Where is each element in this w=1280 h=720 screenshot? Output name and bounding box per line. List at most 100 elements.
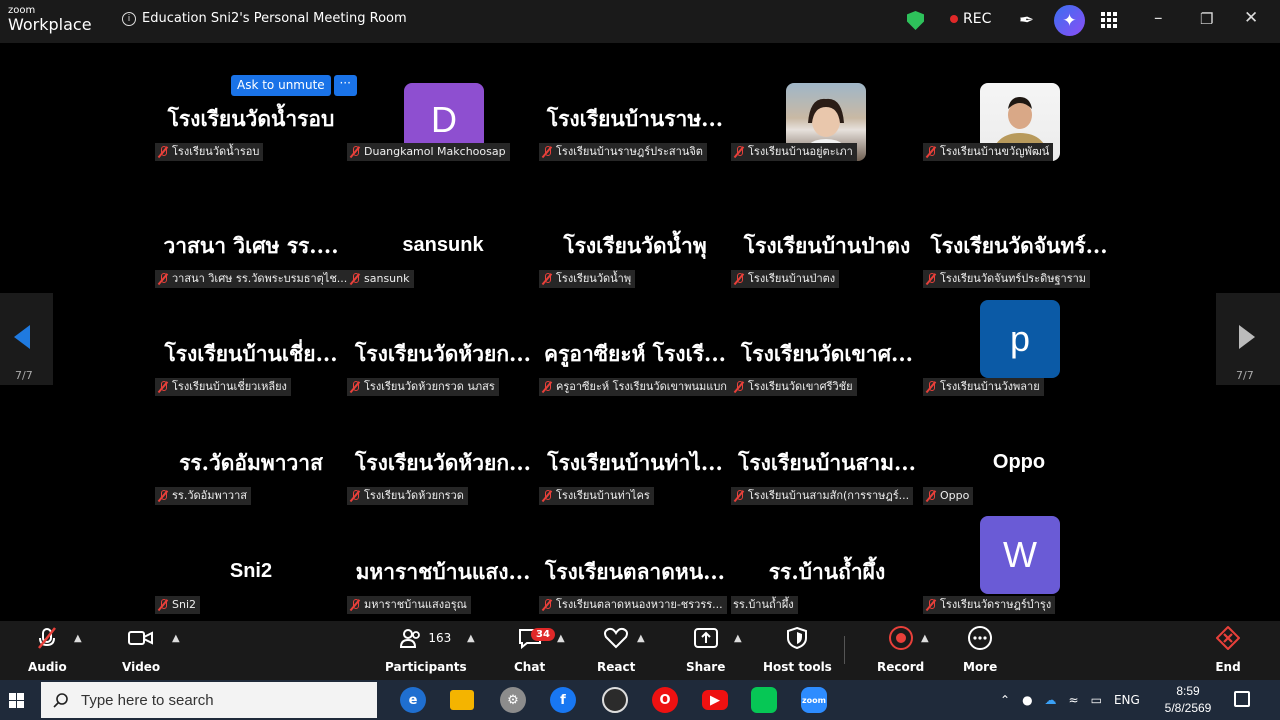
participant-tile[interactable]: รร.วัดอัมพาวาส รร.วัดอัมพาวาส [155, 427, 347, 531]
participants-button[interactable]: 163 Participants [385, 621, 467, 680]
participant-label-text: โรงเรียนวัดห้วยกรวด [364, 489, 464, 502]
notifications-icon[interactable] [1234, 691, 1250, 707]
participant-name: ครูอาซียะห์ โรงเรี... [544, 341, 726, 366]
participant-tile[interactable]: โรงเรียนบ้านสาม... โรงเรียนบ้านสามสัก(กา… [731, 427, 923, 531]
youtube-icon[interactable]: ▶ [702, 690, 728, 710]
system-tray: ⌃ ● ☁ ≈ ▭ ENG [1000, 680, 1140, 720]
mic-muted-icon [541, 273, 553, 285]
mic-muted-icon [35, 621, 59, 655]
annotate-pen-icon[interactable]: ✒ [1019, 10, 1034, 31]
close-icon[interactable]: ✕ [1244, 8, 1258, 28]
opera-icon[interactable]: O [652, 687, 678, 713]
host-tools-button[interactable]: Host tools [763, 621, 832, 680]
taskbar-search[interactable]: Type here to search [41, 682, 377, 718]
record-options-caret-icon[interactable]: ▲ [921, 633, 929, 644]
participant-tile[interactable]: โรงเรียนบ้านขวัญพัฒน์ [923, 83, 1115, 187]
settings-app-icon[interactable]: ⚙ [500, 687, 526, 713]
ask-unmute-group: Ask to unmute ··· [231, 75, 357, 96]
participant-tile[interactable]: โรงเรียนบ้านเชี่ย... โรงเรียนบ้านเชี่ยวเ… [155, 318, 347, 422]
security-shield-icon[interactable] [907, 11, 924, 30]
edge-icon[interactable]: e [400, 687, 426, 713]
battery-icon[interactable]: ▭ [1091, 693, 1102, 707]
more-label: More [963, 660, 998, 674]
participant-label: Oppo [923, 487, 974, 505]
participant-tile[interactable]: sansunk sansunk [347, 210, 539, 314]
windows-start-icon[interactable] [9, 693, 24, 708]
participants-options-caret-icon[interactable]: ▲ [467, 633, 475, 644]
react-button[interactable]: React [597, 621, 635, 680]
mic-muted-icon [925, 381, 937, 393]
react-options-caret-icon[interactable]: ▲ [637, 633, 645, 644]
taskbar-clock[interactable]: 8:59 5/8/2569 [1160, 683, 1216, 717]
participant-tile[interactable]: โรงเรียนวัดน้ำพุ โรงเรียนวัดน้ำพุ [539, 210, 731, 314]
language-indicator[interactable]: ENG [1114, 693, 1140, 707]
participant-tile[interactable]: โรงเรียนวัดห้วยก... โรงเรียนวัดห้วยกรวด [347, 427, 539, 531]
previous-page-button[interactable]: 7/7 [0, 293, 53, 385]
participant-label: โรงเรียนบ้านท่าไคร [539, 487, 654, 505]
participant-label: วาสนา วิเศษ รร.วัดพระบรมธาตุไช... [155, 270, 347, 288]
participant-label: โรงเรียนบ้านราษฎร์ประสานจิต [539, 143, 707, 161]
minimize-icon[interactable]: – [1154, 8, 1163, 28]
record-button[interactable]: Record [877, 621, 924, 680]
share-button[interactable]: Share [686, 621, 725, 680]
mic-muted-icon [349, 490, 361, 502]
participant-label-text: Sni2 [172, 598, 197, 611]
participant-name: โรงเรียนวัดน้ำพุ [563, 233, 707, 258]
participant-name: โรงเรียนวัดน้ำรอบ [167, 106, 335, 131]
participant-tile[interactable]: โรงเรียนบ้านป่าตง โรงเรียนบ้านป่าตง [731, 210, 923, 314]
line-icon[interactable] [751, 687, 777, 713]
audio-button[interactable]: Audio [28, 621, 67, 680]
participant-label-text: โรงเรียนบ้านท่าไคร [556, 489, 650, 502]
participant-label-text: โรงเรียนบ้านเชี่ยวเหลียง [172, 380, 287, 393]
chat-options-caret-icon[interactable]: ▲ [557, 633, 565, 644]
zoom-app-icon[interactable]: zoom [801, 687, 827, 713]
file-explorer-icon[interactable] [450, 690, 474, 710]
audio-label: Audio [28, 660, 67, 674]
participant-label: โรงเรียนวัดจันทร์ประดิษฐาราม [923, 270, 1091, 288]
share-options-caret-icon[interactable]: ▲ [734, 633, 742, 644]
mic-muted-icon [349, 599, 361, 611]
participant-name: โรงเรียนวัดห้วยก... [355, 341, 531, 366]
participant-tile[interactable]: W โรงเรียนวัดราษฎร์บำรุง [923, 516, 1115, 620]
participant-name: วาสนา วิเศษ รร.... [163, 233, 339, 258]
participant-tile[interactable]: โรงเรียนวัดจันทร์... โรงเรียนวัดจันทร์ปร… [923, 210, 1115, 314]
participant-tile[interactable]: โรงเรียนบ้านอยู่ตะเภา [731, 83, 923, 187]
video-options-caret-icon[interactable]: ▲ [172, 633, 180, 644]
participant-tile[interactable]: โรงเรียนวัดน้ำรอบ โรงเรียนวัดน้ำรอบ [155, 83, 347, 187]
info-icon[interactable]: i [122, 11, 136, 26]
audio-options-caret-icon[interactable]: ▲ [74, 633, 82, 644]
participant-tile[interactable]: โรงเรียนวัดเขาศ... โรงเรียนวัดเขาศรีวิชั… [731, 318, 923, 422]
participant-label-text: โรงเรียนวัดจันทร์ประดิษฐาราม [940, 272, 1087, 285]
wifi-icon[interactable]: ≈ [1069, 693, 1079, 707]
participant-tile[interactable]: p โรงเรียนบ้านวังพลาย [923, 300, 1115, 404]
participant-tile[interactable]: โรงเรียนวัดห้วยก... โรงเรียนวัดห้วยกรวด … [347, 318, 539, 422]
more-button[interactable]: More [963, 621, 997, 680]
participant-label-text: โรงเรียนบ้านขวัญพัฒน์ [940, 145, 1050, 158]
next-page-button[interactable]: 7/7 [1216, 293, 1280, 385]
restore-icon[interactable]: ❐ [1200, 10, 1213, 28]
chrome-icon[interactable] [602, 687, 628, 713]
participant-name: โรงเรียนบ้านป่าตง [743, 233, 911, 258]
participant-label-text: โรงเรียนตลาดหนองหวาย-ชรวรร... [556, 598, 723, 611]
participant-tile[interactable]: โรงเรียนบ้านราษ... โรงเรียนบ้านราษฎร์ประ… [539, 83, 731, 187]
end-button[interactable]: End [1215, 621, 1241, 680]
microphone-tray-icon[interactable]: ● [1022, 693, 1032, 707]
participant-label: โรงเรียนตลาดหนองหวาย-ชรวรร... [539, 596, 727, 614]
onedrive-icon[interactable]: ☁ [1045, 693, 1057, 707]
video-button[interactable]: Video [122, 621, 160, 680]
participant-tile[interactable]: โรงเรียนบ้านท่าไ... โรงเรียนบ้านท่าไคร [539, 427, 731, 531]
participant-tile[interactable]: D Duangkamol Makchoosap [347, 83, 539, 187]
participant-tile[interactable]: ครูอาซียะห์ โรงเรี... ครูอาซียะห์ โรงเรี… [539, 318, 731, 422]
recording-indicator[interactable]: REC [950, 11, 991, 27]
more-options-button[interactable]: ··· [333, 75, 357, 96]
meeting-info[interactable]: i Education Sni2's Personal Meeting Room [122, 11, 407, 26]
participant-name: โรงเรียนบ้านราษ... [546, 106, 724, 131]
mic-muted-icon [733, 146, 745, 158]
facebook-icon[interactable]: f [550, 687, 576, 713]
apps-grid-icon[interactable] [1101, 12, 1117, 28]
tray-expand-icon[interactable]: ⌃ [1000, 693, 1010, 707]
ask-to-unmute-button[interactable]: Ask to unmute [231, 75, 331, 96]
participant-tile[interactable]: วาสนา วิเศษ รร.... วาสนา วิเศษ รร.วัดพระ… [155, 210, 347, 314]
arrow-left-icon [14, 325, 30, 349]
ai-companion-icon[interactable]: ✦ [1054, 5, 1085, 36]
